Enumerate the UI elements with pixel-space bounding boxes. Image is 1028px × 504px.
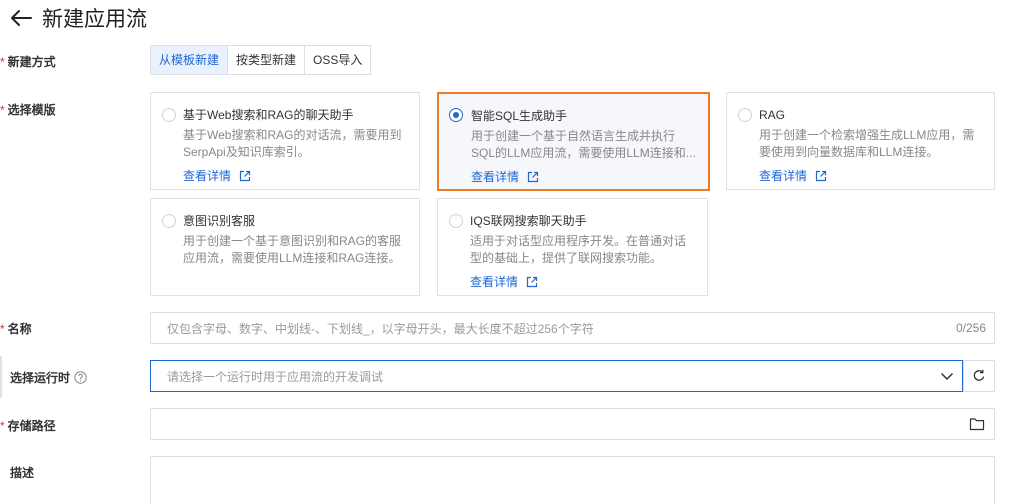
description-label: 描述 [10, 466, 35, 480]
description-textarea[interactable] [150, 456, 995, 504]
template-card-title: RAG [759, 108, 786, 122]
template-radio-selected[interactable] [449, 108, 463, 122]
external-link-icon [527, 171, 539, 183]
external-link-icon [239, 170, 251, 182]
create-method-label: * 新建方式 [0, 55, 56, 69]
required-mark: * [0, 419, 5, 433]
template-card-desc: 用于创建一个检索增强生成LLM应用，需要使用到向量数据库和LLM连接。 [759, 128, 975, 159]
template-radio[interactable] [162, 214, 176, 228]
refresh-icon [972, 369, 986, 383]
storage-label: * 存储路径 [0, 419, 56, 433]
refresh-button[interactable] [963, 360, 995, 392]
create-method-option-type[interactable]: 按类型新建 [227, 46, 305, 74]
view-details-link[interactable]: 查看详情 [759, 167, 982, 184]
create-method-option-oss[interactable]: OSS导入 [304, 46, 371, 74]
template-card-rag[interactable]: RAG 用于创建一个检索增强生成LLM应用，需要使用到向量数据库和LLM连接。 … [726, 92, 995, 190]
template-card-title: 基于Web搜索和RAG的聊天助手 [183, 108, 354, 122]
template-card-sql[interactable]: 智能SQL生成助手 用于创建一个基于自然语言生成并执行SQL的LLM应用流，需要… [437, 92, 710, 191]
runtime-left-bar [0, 356, 2, 398]
template-card-web-rag[interactable]: 基于Web搜索和RAG的聊天助手 基于Web搜索和RAG的对话流，需要用到Ser… [150, 92, 420, 190]
required-mark: * [0, 322, 5, 336]
template-radio[interactable] [449, 214, 463, 228]
template-radio[interactable] [162, 108, 176, 122]
storage-path-input[interactable] [150, 408, 995, 440]
template-card-iqs[interactable]: IQS联网搜索聊天助手 适用于对话型应用程序开发。在普通对话型的基础上，提供了联… [437, 198, 708, 296]
runtime-label: 选择运行时 [10, 369, 87, 386]
chevron-down-icon[interactable] [932, 371, 962, 381]
external-link-icon [526, 276, 538, 288]
template-card-title: IQS联网搜索聊天助手 [470, 214, 587, 228]
folder-icon[interactable] [960, 417, 994, 431]
view-details-link[interactable]: 查看详情 [471, 168, 696, 185]
create-method-option-template[interactable]: 从模板新建 [151, 46, 228, 74]
external-link-icon [815, 170, 827, 182]
template-label: * 选择模版 [0, 103, 56, 117]
view-details-link[interactable]: 查看详情 [183, 167, 407, 184]
help-icon[interactable] [74, 371, 87, 384]
template-card-desc: 用于创建一个基于自然语言生成并执行SQL的LLM应用流，需要使用LLM连接和..… [471, 129, 696, 160]
view-details-link[interactable]: 查看详情 [470, 273, 695, 290]
template-card-desc: 适用于对话型应用程序开发。在普通对话型的基础上，提供了联网搜索功能。 [470, 234, 687, 265]
name-label: * 名称 [0, 322, 32, 336]
template-radio[interactable] [738, 108, 752, 122]
name-input[interactable]: 仅包含字母、数字、中划线-、下划线_，以字母开头，最大长度不超过256个字符 0… [150, 312, 995, 344]
template-card-title: 意图识别客服 [183, 214, 256, 228]
required-mark: * [0, 55, 5, 69]
page-header: 新建应用流 [8, 3, 147, 33]
name-char-counter: 0/256 [955, 321, 986, 335]
template-card-intent[interactable]: 意图识别客服 用于创建一个基于意图识别和RAG的客服应用流，需要使用LLM连接和… [150, 198, 420, 296]
runtime-select-placeholder: 请选择一个运行时用于应用流的开发调试 [167, 369, 384, 384]
template-card-desc: 用于创建一个基于意图识别和RAG的客服应用流，需要使用LLM连接和RAG连接。 [183, 234, 402, 265]
template-card-desc: 基于Web搜索和RAG的对话流，需要用到SerpApi及知识库索引。 [183, 128, 402, 159]
name-input-placeholder: 仅包含字母、数字、中划线-、下划线_，以字母开头，最大长度不超过256个字符 [167, 321, 594, 336]
required-mark: * [0, 103, 5, 117]
back-arrow-icon[interactable] [8, 6, 34, 30]
page-title: 新建应用流 [42, 8, 147, 31]
runtime-select[interactable]: 请选择一个运行时用于应用流的开发调试 [150, 360, 963, 392]
template-card-title: 智能SQL生成助手 [471, 109, 568, 123]
create-method-segmented: 从模板新建 按类型新建 OSS导入 [150, 45, 372, 75]
